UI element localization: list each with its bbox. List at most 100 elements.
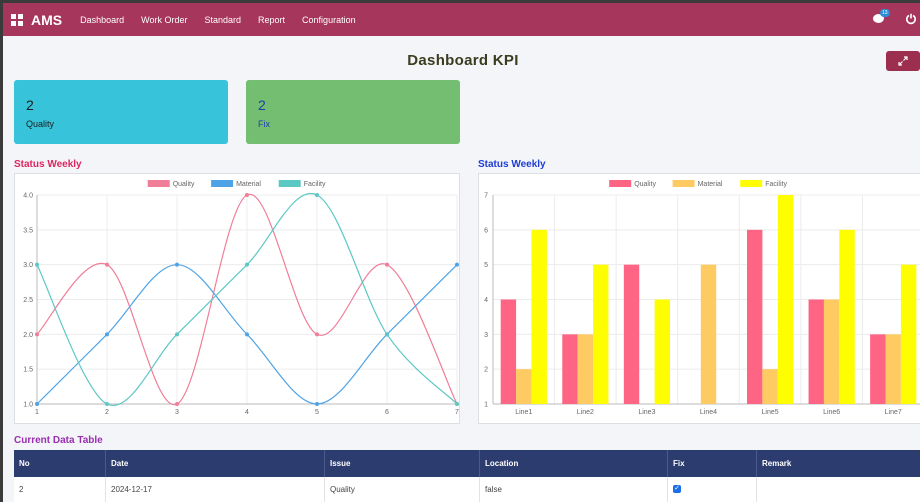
y-tick-label: 4.0	[23, 193, 33, 200]
data-point[interactable]	[35, 332, 39, 337]
x-tick-label: 3	[175, 409, 179, 416]
bar-chart-title: Status Weekly	[478, 159, 546, 170]
data-point[interactable]	[385, 262, 389, 267]
table-header: No Date Issue Location Fix Remark	[14, 450, 920, 477]
x-tick-label: Line6	[823, 409, 840, 416]
nav-item-configuration[interactable]: Configuration	[302, 15, 356, 25]
legend-swatch[interactable]	[609, 180, 632, 187]
bar[interactable]	[870, 334, 886, 404]
fix-checkbox[interactable]: ✓	[673, 485, 681, 494]
y-tick-label: 1.5	[23, 367, 33, 374]
data-point[interactable]	[245, 332, 249, 337]
kpi-label: Fix	[258, 119, 270, 129]
bar[interactable]	[516, 369, 532, 404]
data-point[interactable]	[245, 193, 249, 197]
nav-item-work-order[interactable]: Work Order	[141, 15, 187, 25]
data-point[interactable]	[175, 402, 179, 406]
legend-label[interactable]: Quality	[173, 181, 195, 188]
x-tick-label: Line5	[762, 409, 779, 416]
data-point[interactable]	[455, 402, 459, 406]
dashboard-main: Dashboard KPI 2 Quality 2 Fix Status Wee…	[3, 36, 920, 502]
cell-no: 2	[14, 476, 106, 502]
bar[interactable]	[577, 334, 594, 404]
legend-label[interactable]: Material	[236, 181, 261, 188]
data-point[interactable]	[385, 332, 389, 337]
y-tick-label: 6	[484, 227, 488, 234]
column-header-remark[interactable]: Remark	[757, 450, 920, 477]
legend-label[interactable]: Facility	[304, 181, 326, 188]
bar[interactable]	[593, 264, 609, 404]
page-title: Dashboard KPI	[407, 52, 519, 69]
bar[interactable]	[900, 264, 917, 404]
column-header-location[interactable]: Location	[480, 450, 668, 477]
legend-swatch[interactable]	[278, 180, 301, 187]
legend-swatch[interactable]	[147, 180, 170, 187]
x-tick-label: Line3	[638, 409, 655, 416]
kpi-label: Quality	[26, 119, 55, 129]
grid-icon	[11, 13, 23, 26]
data-point[interactable]	[245, 262, 249, 267]
column-header-date[interactable]: Date	[106, 450, 325, 477]
x-tick-label: Line7	[885, 409, 902, 416]
bar-chart-svg: 1 2 3 4 5 6 7 Line1 Line2 Line3 Line4 Line5 Line6 Lin…	[484, 180, 920, 416]
data-point[interactable]	[105, 332, 109, 337]
table-row[interactable]: 2 2024-12-17 Quality false ✓	[14, 476, 920, 502]
data-point[interactable]	[175, 262, 179, 267]
y-tick-label: 2.0	[23, 332, 33, 339]
data-point[interactable]	[455, 262, 459, 267]
bar[interactable]	[562, 334, 578, 404]
nav-menu: Dashboard Work Order Standard Report Con…	[80, 15, 372, 25]
brand[interactable]: AMS	[11, 12, 62, 28]
bar[interactable]	[500, 299, 517, 405]
y-tick-label: 2.5	[23, 297, 33, 304]
data-point[interactable]	[315, 332, 319, 337]
y-tick-label: 3	[484, 332, 488, 339]
nav-item-standard[interactable]: Standard	[205, 15, 242, 25]
data-point[interactable]	[315, 402, 319, 406]
data-point[interactable]	[35, 262, 39, 267]
kpi-card-quality[interactable]: 2 Quality	[14, 80, 228, 144]
x-tick-label: 5	[315, 409, 319, 416]
column-header-issue[interactable]: Issue	[325, 450, 480, 477]
cell-issue: Quality	[325, 476, 480, 502]
legend-swatch[interactable]	[672, 180, 695, 187]
nav-item-dashboard[interactable]: Dashboard	[80, 15, 124, 25]
kpi-card-fix[interactable]: 2 Fix	[246, 80, 460, 144]
cell-remark	[757, 477, 920, 502]
y-tick-label: 2	[484, 367, 488, 374]
bar[interactable]	[531, 229, 547, 404]
brand-name: AMS	[31, 11, 63, 28]
x-tick-label: Line4	[700, 409, 717, 416]
bar[interactable]	[885, 334, 901, 404]
column-header-fix[interactable]: Fix	[668, 450, 757, 477]
bar[interactable]	[623, 264, 640, 404]
bar[interactable]	[808, 299, 824, 405]
bar[interactable]	[839, 229, 855, 404]
data-point[interactable]	[35, 402, 39, 406]
nav-item-report[interactable]: Report	[258, 15, 285, 25]
data-point[interactable]	[175, 332, 179, 337]
chat-icon[interactable]: 13	[873, 9, 890, 24]
line-chart-title: Status Weekly	[14, 159, 82, 170]
bar[interactable]	[823, 299, 840, 405]
data-point[interactable]	[105, 402, 109, 406]
data-point[interactable]	[105, 262, 109, 267]
legend-label[interactable]: Facility	[765, 181, 787, 188]
data-point[interactable]	[315, 193, 319, 197]
top-navbar: AMS Dashboard Work Order Standard Report…	[3, 3, 920, 36]
bar[interactable]	[654, 299, 671, 405]
bar[interactable]	[746, 229, 763, 404]
legend-swatch[interactable]	[211, 180, 234, 187]
app-frame: AMS Dashboard Work Order Standard Report…	[0, 0, 920, 502]
legend-label[interactable]: Quality	[634, 181, 656, 188]
expand-button[interactable]	[886, 51, 920, 71]
bar[interactable]	[762, 369, 778, 404]
legend-label[interactable]: Material	[698, 181, 723, 188]
bar[interactable]	[700, 264, 717, 404]
power-icon[interactable]	[905, 12, 917, 25]
y-tick-label: 1.0	[23, 402, 33, 409]
bar[interactable]	[777, 195, 794, 404]
legend-swatch[interactable]	[740, 180, 763, 187]
column-header-no[interactable]: No	[14, 450, 106, 477]
cell-fix: ✓	[668, 476, 757, 502]
